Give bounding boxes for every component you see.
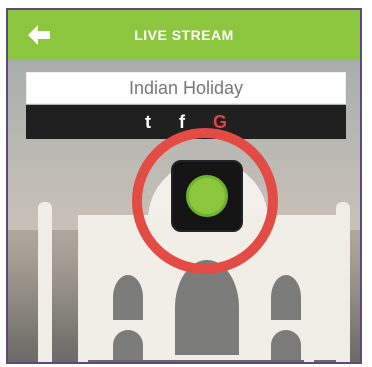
minaret-left-inner [78,232,88,362]
twitter-icon[interactable]: t [145,113,151,131]
arch-main [175,260,239,355]
arch-right-lower [271,330,301,360]
highlight-circle [132,128,278,274]
minaret-right [336,202,350,362]
stream-title-field[interactable]: Indian Holiday [26,72,346,104]
app-header: LIVE STREAM [8,10,360,60]
arch-right [271,275,301,320]
minaret-right-inner [304,232,314,362]
page-title: LIVE STREAM [134,27,234,43]
back-arrow-icon [28,25,50,45]
app-frame: LIVE STREAM Indian Holiday t f G [6,8,362,364]
back-button[interactable] [26,23,52,47]
arch-left-lower [113,330,143,360]
minaret-left [38,202,52,362]
arch-left [113,275,143,320]
facebook-icon[interactable]: f [179,113,185,131]
